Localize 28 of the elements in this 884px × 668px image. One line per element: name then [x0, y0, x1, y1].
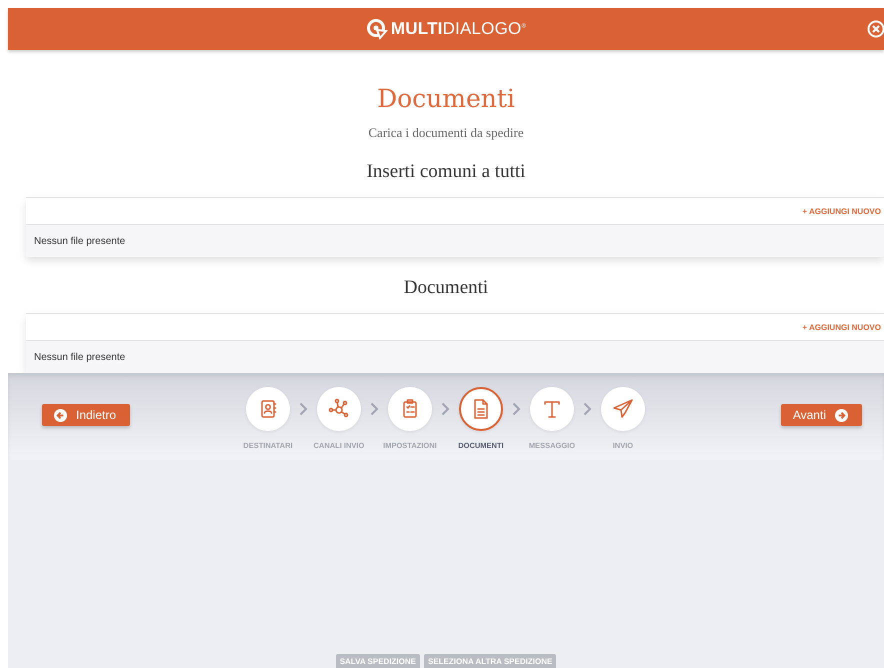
step-button[interactable] [458, 387, 503, 431]
step-button[interactable] [530, 387, 574, 431]
bottom-button[interactable]: SALVA SPEDIZIONE [336, 654, 420, 668]
chevron-icon [298, 402, 308, 416]
step-button[interactable] [388, 387, 432, 431]
step-button[interactable] [600, 387, 645, 431]
close-icon[interactable] [867, 20, 884, 38]
page-subtitle: Carica i documenti da spedire [367, 125, 525, 141]
section-title: Documenti [402, 277, 490, 299]
section-title: Inserti comuni a tutti [366, 161, 526, 183]
empty-message: Nessun file presente [34, 236, 126, 246]
chevron-icon [440, 402, 450, 416]
empty-message: Nessun file presente [34, 352, 126, 362]
chevron-icon [512, 402, 521, 416]
step-button[interactable] [316, 387, 361, 431]
arrow-left-icon [54, 408, 67, 422]
back-button[interactable]: Indietro [42, 404, 130, 426]
next-button[interactable]: Avanti [780, 404, 862, 426]
page-title: Documenti [376, 84, 516, 113]
chevron-icon [582, 402, 592, 416]
chevron-icon [370, 402, 379, 416]
logo-text: MULTIDIALOGO$^{®}$ [390, 19, 526, 39]
logo-icon [366, 18, 388, 40]
arrow-right-icon [834, 408, 848, 422]
add-new-link[interactable]: + AGGIUNGI NUOVO [802, 206, 881, 216]
add-new-link[interactable]: + AGGIUNGI NUOVO [802, 322, 881, 332]
bottom-button[interactable]: SELEZIONA ALTRA SPEDIZIONE [424, 654, 556, 668]
step-button[interactable] [246, 387, 290, 431]
